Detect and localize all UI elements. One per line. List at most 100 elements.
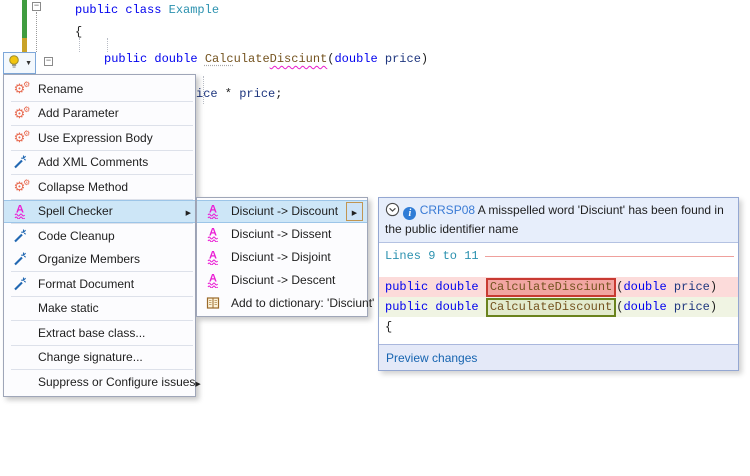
menu-item-label: Collapse Method (38, 180, 128, 194)
menu-item-label: Add XML Comments (38, 155, 148, 169)
code-line-return-statement: ice * price; (196, 86, 282, 102)
svg-text:A: A (209, 204, 217, 216)
menu-item-disciunt-discount[interactable]: A Disciunt -> Discount (197, 200, 367, 223)
expand-options-button[interactable] (346, 202, 363, 221)
book-icon-slot (204, 295, 221, 311)
indent-guide (79, 38, 80, 52)
menu-item-collapse-method[interactable]: ⚙⚙ Collapse Method (4, 175, 195, 199)
menu-item-rename[interactable]: ⚙⚙ Rename (4, 77, 195, 101)
menu-item-suppress-or-configure-issues[interactable]: Suppress or Configure issues (4, 370, 195, 394)
menu-item-label: Rename (38, 82, 83, 96)
menu-item-spell-checker[interactable]: A Spell Checker (4, 200, 195, 224)
menu-item-add-parameter[interactable]: ⚙⚙ Add Parameter (4, 102, 195, 126)
code-editor: public class Example { public double Cal… (0, 0, 750, 476)
preview-changes-link[interactable]: Preview changes (386, 351, 477, 365)
menu-item-disciunt-dissent[interactable]: A Disciunt -> Dissent (197, 223, 367, 246)
info-icon: i (403, 207, 416, 220)
collapse-chevron-icon[interactable] (385, 206, 403, 220)
empty-icon-slot (11, 325, 28, 341)
svg-text:A: A (209, 227, 217, 239)
quick-actions-menu: ⚙⚙ Rename ⚙⚙ Add Parameter ⚙⚙ Use Expression … (3, 74, 196, 397)
empty-icon-slot (11, 349, 28, 365)
wand-icon-slot (11, 228, 28, 244)
preview-code-line: public double CalculateDisciunt(double p… (379, 277, 738, 297)
svg-text:A: A (16, 204, 24, 216)
wand-icon (12, 154, 28, 170)
wand-icon (12, 228, 28, 244)
wand-icon-slot (11, 276, 28, 292)
menu-item-add-to-dictionary-disciunt[interactable]: Add to dictionary: 'Disciunt' (197, 291, 367, 314)
lines-rule-divider (485, 256, 734, 257)
lines-range-row: Lines 9 to 11 (379, 243, 738, 264)
code-line-method-declaration: public double CalculateDisciunt(double p… (104, 51, 428, 67)
spell-icon-slot: A (204, 249, 221, 265)
spell-check-icon: A (205, 272, 221, 288)
menu-item-change-signature[interactable]: Change signature... (4, 346, 195, 370)
spell-check-icon: A (12, 203, 28, 219)
menu-item-label: Add to dictionary: 'Disciunt' (231, 296, 374, 310)
empty-icon-slot (11, 300, 28, 316)
issue-header: i CRRSP08 A misspelled word 'Disciunt' h… (379, 198, 738, 243)
spell-icon-slot: A (204, 203, 221, 219)
menu-item-format-document[interactable]: Format Document (4, 272, 195, 296)
gear-icon-slot: ⚙⚙ (11, 81, 28, 97)
fold-toggle-class[interactable] (32, 2, 41, 11)
submenu-arrow-icon (195, 375, 200, 389)
panel-footer: Preview changes (379, 344, 738, 370)
menu-item-label: Suppress or Configure issues (38, 375, 195, 389)
fold-guide-line (36, 12, 37, 52)
menu-item-label: Disciunt -> Discount (231, 204, 338, 218)
menu-item-disciunt-disjoint[interactable]: A Disciunt -> Disjoint (197, 246, 367, 269)
menu-item-label: Disciunt -> Dissent (231, 227, 331, 241)
menu-item-add-xml-comments[interactable]: Add XML Comments (4, 151, 195, 175)
fold-toggle-method[interactable] (44, 57, 53, 66)
preview-code-line: public double CalculateDiscount(double p… (379, 297, 738, 317)
chevron-down-icon: ▼ (25, 60, 32, 67)
menu-item-label: Add Parameter (38, 106, 119, 120)
menu-item-make-static[interactable]: Make static (4, 297, 195, 321)
gear-icon: ⚙⚙ (14, 131, 26, 144)
menu-item-label: Disciunt -> Disjoint (231, 250, 331, 264)
menu-item-label: Organize Members (38, 252, 140, 266)
menu-item-label: Extract base class... (38, 326, 145, 340)
menu-item-label: Use Expression Body (38, 131, 153, 145)
dictionary-icon (205, 295, 221, 311)
lines-range-label: Lines 9 to 11 (385, 248, 479, 264)
spell-icon-slot: A (204, 226, 221, 242)
menu-item-label: Make static (38, 301, 99, 315)
menu-item-code-cleanup[interactable]: Code Cleanup (4, 224, 195, 248)
rule-code-link[interactable]: CRRSP08 (420, 203, 475, 217)
svg-text:A: A (209, 249, 217, 261)
submenu-arrow-icon (186, 204, 191, 218)
svg-text:A: A (209, 272, 217, 284)
wand-icon-slot (11, 154, 28, 170)
spell-checker-submenu: A Disciunt -> Discount A Disciunt -> Dissen… (196, 197, 368, 317)
menu-item-label: Format Document (38, 277, 134, 291)
indent-guide (107, 38, 108, 52)
menu-item-label: Disciunt -> Descent (231, 273, 335, 287)
gear-icon-slot: ⚙⚙ (11, 105, 28, 121)
code-line-open-brace: { (75, 24, 82, 40)
menu-item-label: Spell Checker (38, 204, 113, 218)
change-bar-saved (22, 0, 27, 38)
gear-icon: ⚙⚙ (14, 180, 26, 193)
issue-preview-panel: i CRRSP08 A misspelled word 'Disciunt' h… (378, 197, 739, 371)
quick-actions-button[interactable]: ▼ (3, 52, 36, 74)
spell-check-icon: A (205, 203, 221, 219)
menu-item-use-expression-body[interactable]: ⚙⚙ Use Expression Body (4, 126, 195, 150)
preview-code-line: { (379, 317, 738, 337)
menu-item-disciunt-descent[interactable]: A Disciunt -> Descent (197, 268, 367, 291)
wand-icon (12, 251, 28, 267)
submenu-arrow-icon (352, 204, 357, 218)
gear-icon: ⚙⚙ (14, 82, 26, 95)
menu-item-extract-base-class[interactable]: Extract base class... (4, 321, 195, 345)
menu-item-label: Change signature... (38, 350, 143, 364)
lightbulb-icon (7, 54, 22, 73)
menu-item-organize-members[interactable]: Organize Members (4, 248, 195, 272)
spell-check-icon: A (205, 226, 221, 242)
gear-icon-slot: ⚙⚙ (11, 179, 28, 195)
spell-check-icon: A (205, 249, 221, 265)
spell-icon-slot: A (204, 272, 221, 288)
empty-icon-slot (11, 374, 28, 390)
spell-icon-slot: A (11, 203, 28, 219)
